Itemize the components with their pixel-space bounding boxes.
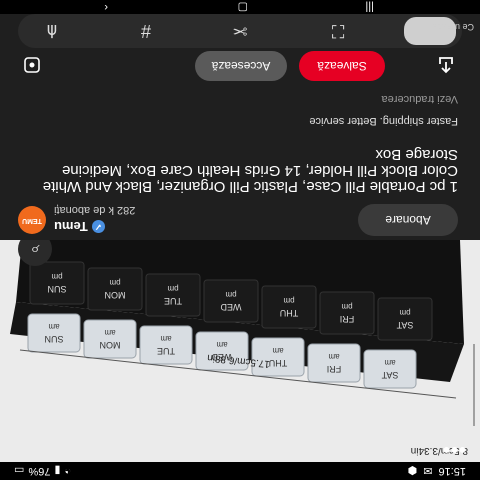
pm-label: pm [51,272,62,281]
bottom-toolbar: ⛶ ✂ # ⋔ [18,14,462,48]
am-day-label: SUN [44,334,63,344]
am-day-label: TUE [157,346,175,356]
notification-icon: ⬢ [407,464,418,477]
signal-icon: ▮ [54,464,61,477]
am-lid-shape [27,313,81,353]
pin-title: 1 pc Portable Pill Case, Plastic Pill Or… [42,146,458,195]
share-network-icon[interactable]: ⋔ [40,19,64,43]
pm-compartment-shape [377,297,433,341]
battery-level: 76% [28,465,51,477]
am-label: am [272,346,283,355]
share-icon[interactable] [434,53,458,77]
save-button[interactable]: Salvează [299,51,385,81]
creator-name: Temu [54,219,88,234]
pm-compartment-shape [261,285,317,329]
am-lid: TUE am [139,325,193,365]
translate-link[interactable]: Vezi traducerea [382,93,458,105]
home-icon[interactable]: ▢ [238,0,248,14]
system-navbar: ||| ▢ ‹ [0,0,480,14]
lens-search-icon[interactable] [20,53,44,77]
pill-organizer-illustration: SUN am MON am TUE am WED am THU am FRI am SAT am SUN p… [0,240,480,462]
am-label: am [328,352,339,361]
am-lid: MON am [83,319,137,359]
am-day-label: MON [100,340,121,350]
am-label: am [160,334,171,343]
pm-label: pm [341,302,352,311]
recent-apps-icon[interactable]: ||| [365,0,374,14]
pin-tagline: Faster shipping. Better service [309,115,458,127]
preview-label: Ce urează [432,22,474,32]
back-icon[interactable]: ‹ [104,0,108,14]
pm-compartment-shape [203,279,259,323]
battery-icon: ▭ [14,464,25,477]
am-label: am [104,328,115,337]
pm-day-label: FRI [340,314,355,324]
pm-label: pm [283,296,294,305]
verified-icon: ✓ [91,220,105,233]
pm-day-label: WED [220,302,241,312]
pm-day-label: THU [280,308,299,318]
pm-compartment: TUE pm [145,273,201,317]
pm-day-label: TUE [164,296,182,306]
pm-label: pm [109,278,120,287]
pm-compartment: FRI pm [319,291,375,335]
pm-day-label: SAT [396,320,413,330]
status-time: 15:16 [438,465,466,477]
pm-compartment-shape [87,267,143,311]
pin-image[interactable]: SUN am MON am TUE am WED am THU am FRI am SAT am SUN p… [0,240,480,462]
status-bar: 15:16 ✉ ⬢ ◔ ▮ 76% ▭ [0,462,480,480]
pm-day-label: MON [105,290,126,300]
pm-compartment: THU pm [261,285,317,329]
subscribe-button[interactable]: Abonare [358,204,458,236]
am-lid-shape [307,343,361,383]
am-label: am [48,322,59,331]
am-lid-shape [139,325,193,365]
pm-compartment: SUN pm [29,261,85,305]
am-lid-shape [83,319,137,359]
hashtag-icon[interactable]: # [134,19,158,43]
wifi-icon: ◔ [64,465,72,477]
pm-day-label: SUN [47,284,66,294]
am-lid: FRI am [307,343,361,383]
am-lid-shape [363,349,417,389]
creator-name-block[interactable]: ✓ Temu [54,219,105,234]
pm-compartment: MON pm [87,267,143,311]
phone-screen: 15:16 ✉ ⬢ ◔ ▮ 76% ▭ SUN am MON am TUE am WED am… [0,0,480,480]
action-row: Salvează Accesează [0,47,480,85]
pm-label: pm [167,284,178,293]
subscriber-count: 282 k de abonați [54,204,136,216]
am-day-label: THU [269,358,288,368]
pm-compartment: SAT pm [377,297,433,341]
am-label: am [384,358,395,367]
am-lid: SAT am [363,349,417,389]
visit-button[interactable]: Accesează [195,51,287,81]
creator-row: TEMU ✓ Temu 282 k de abonați Abonare [0,200,480,240]
pm-compartment: WED pm [203,279,259,323]
pm-compartment-shape [29,261,85,305]
am-label: am [216,340,227,349]
pm-label: pm [399,308,410,317]
scan-icon[interactable]: ⛶ [326,19,350,43]
pm-label: pm [225,290,236,299]
crop-icon[interactable]: ✂ [228,19,252,43]
pm-compartment-shape [319,291,375,335]
am-lid: SUN am [27,313,81,353]
creator-logo[interactable]: TEMU [18,206,46,234]
am-day-label: FRI [327,364,342,374]
notification-icon: ✉ [423,464,433,477]
pm-compartment-shape [145,273,201,317]
more-dots-icon[interactable]: ••• [426,438,466,460]
am-day-label: SAT [381,370,398,380]
